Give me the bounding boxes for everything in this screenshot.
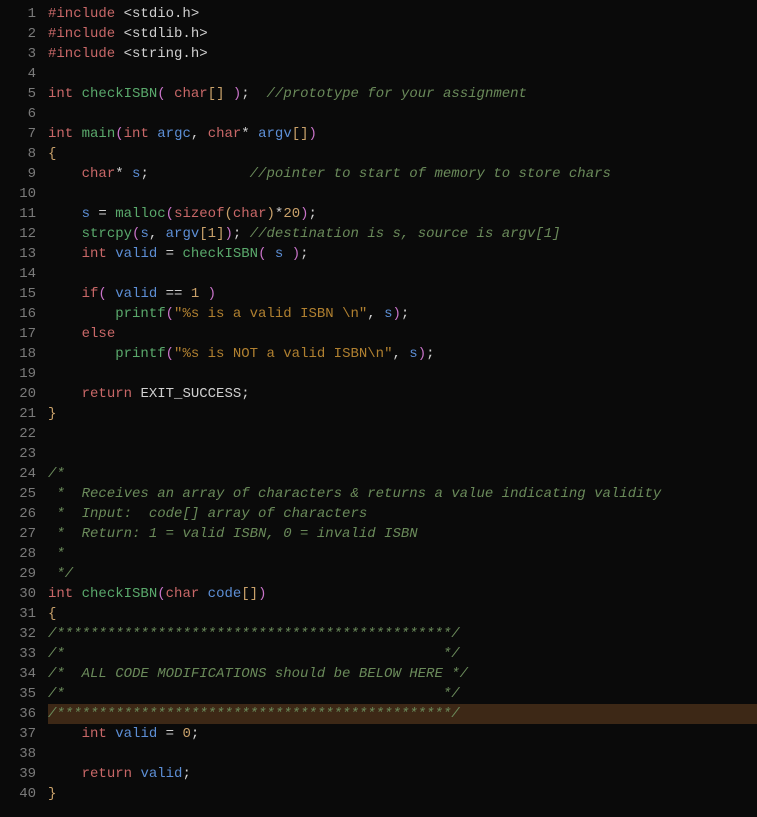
code-line[interactable] <box>48 424 757 444</box>
code-line[interactable]: int checkISBN(char code[]) <box>48 584 757 604</box>
line-number: 24 <box>0 464 36 484</box>
line-number: 10 <box>0 184 36 204</box>
line-number: 30 <box>0 584 36 604</box>
code-line[interactable] <box>48 104 757 124</box>
code-editor[interactable]: 1234567891011121314151617181920212223242… <box>0 4 757 804</box>
line-number: 14 <box>0 264 36 284</box>
code-line[interactable]: * Receives an array of characters & retu… <box>48 484 757 504</box>
code-line[interactable]: /* */ <box>48 644 757 664</box>
code-line[interactable]: #include <stdio.h> <box>48 4 757 24</box>
line-number: 36 <box>0 704 36 724</box>
code-line[interactable]: strcpy(s, argv[1]); //destination is s, … <box>48 224 757 244</box>
line-number: 17 <box>0 324 36 344</box>
code-line[interactable] <box>48 444 757 464</box>
code-line[interactable]: printf("%s is NOT a valid ISBN\n", s); <box>48 344 757 364</box>
line-number: 38 <box>0 744 36 764</box>
code-line[interactable] <box>48 364 757 384</box>
line-number: 13 <box>0 244 36 264</box>
code-line[interactable]: int valid = 0; <box>48 724 757 744</box>
code-line[interactable]: * <box>48 544 757 564</box>
line-number: 9 <box>0 164 36 184</box>
line-number: 5 <box>0 84 36 104</box>
code-line[interactable]: /* <box>48 464 757 484</box>
line-number: 25 <box>0 484 36 504</box>
code-line[interactable]: if( valid == 1 ) <box>48 284 757 304</box>
code-line[interactable]: /***************************************… <box>48 704 757 724</box>
line-number: 22 <box>0 424 36 444</box>
code-content[interactable]: #include <stdio.h>#include <stdlib.h>#in… <box>48 4 757 804</box>
line-number: 26 <box>0 504 36 524</box>
code-line[interactable]: printf("%s is a valid ISBN \n", s); <box>48 304 757 324</box>
code-line[interactable]: } <box>48 404 757 424</box>
line-number: 31 <box>0 604 36 624</box>
code-line[interactable]: #include <stdlib.h> <box>48 24 757 44</box>
code-line[interactable]: return EXIT_SUCCESS; <box>48 384 757 404</box>
line-number: 3 <box>0 44 36 64</box>
code-line[interactable] <box>48 184 757 204</box>
code-line[interactable] <box>48 64 757 84</box>
code-line[interactable]: else <box>48 324 757 344</box>
line-number: 29 <box>0 564 36 584</box>
line-number: 15 <box>0 284 36 304</box>
line-number: 18 <box>0 344 36 364</box>
code-line[interactable]: s = malloc(sizeof(char)*20); <box>48 204 757 224</box>
line-number: 19 <box>0 364 36 384</box>
code-line[interactable]: * Input: code[] array of characters <box>48 504 757 524</box>
line-number: 34 <box>0 664 36 684</box>
line-number: 2 <box>0 24 36 44</box>
line-number: 21 <box>0 404 36 424</box>
line-number: 16 <box>0 304 36 324</box>
code-line[interactable]: { <box>48 144 757 164</box>
line-number: 20 <box>0 384 36 404</box>
code-line[interactable]: } <box>48 784 757 804</box>
line-number: 32 <box>0 624 36 644</box>
code-line[interactable]: { <box>48 604 757 624</box>
line-number: 6 <box>0 104 36 124</box>
line-number: 11 <box>0 204 36 224</box>
line-number: 35 <box>0 684 36 704</box>
code-line[interactable]: char* s; //pointer to start of memory to… <box>48 164 757 184</box>
code-line[interactable] <box>48 744 757 764</box>
line-number: 40 <box>0 784 36 804</box>
line-number: 27 <box>0 524 36 544</box>
line-number: 12 <box>0 224 36 244</box>
line-number: 23 <box>0 444 36 464</box>
code-line[interactable]: int main(int argc, char* argv[]) <box>48 124 757 144</box>
line-number: 33 <box>0 644 36 664</box>
line-number: 7 <box>0 124 36 144</box>
code-line[interactable]: /* */ <box>48 684 757 704</box>
line-number: 8 <box>0 144 36 164</box>
line-number: 28 <box>0 544 36 564</box>
code-line[interactable]: */ <box>48 564 757 584</box>
code-line[interactable]: /***************************************… <box>48 624 757 644</box>
line-number: 37 <box>0 724 36 744</box>
code-line[interactable]: int valid = checkISBN( s ); <box>48 244 757 264</box>
code-line[interactable]: return valid; <box>48 764 757 784</box>
code-line[interactable]: int checkISBN( char[] ); //prototype for… <box>48 84 757 104</box>
line-number: 39 <box>0 764 36 784</box>
code-line[interactable] <box>48 264 757 284</box>
code-line[interactable]: /* ALL CODE MODIFICATIONS should be BELO… <box>48 664 757 684</box>
code-line[interactable]: #include <string.h> <box>48 44 757 64</box>
line-number: 4 <box>0 64 36 84</box>
line-number: 1 <box>0 4 36 24</box>
line-number-gutter: 1234567891011121314151617181920212223242… <box>0 4 48 804</box>
code-line[interactable]: * Return: 1 = valid ISBN, 0 = invalid IS… <box>48 524 757 544</box>
